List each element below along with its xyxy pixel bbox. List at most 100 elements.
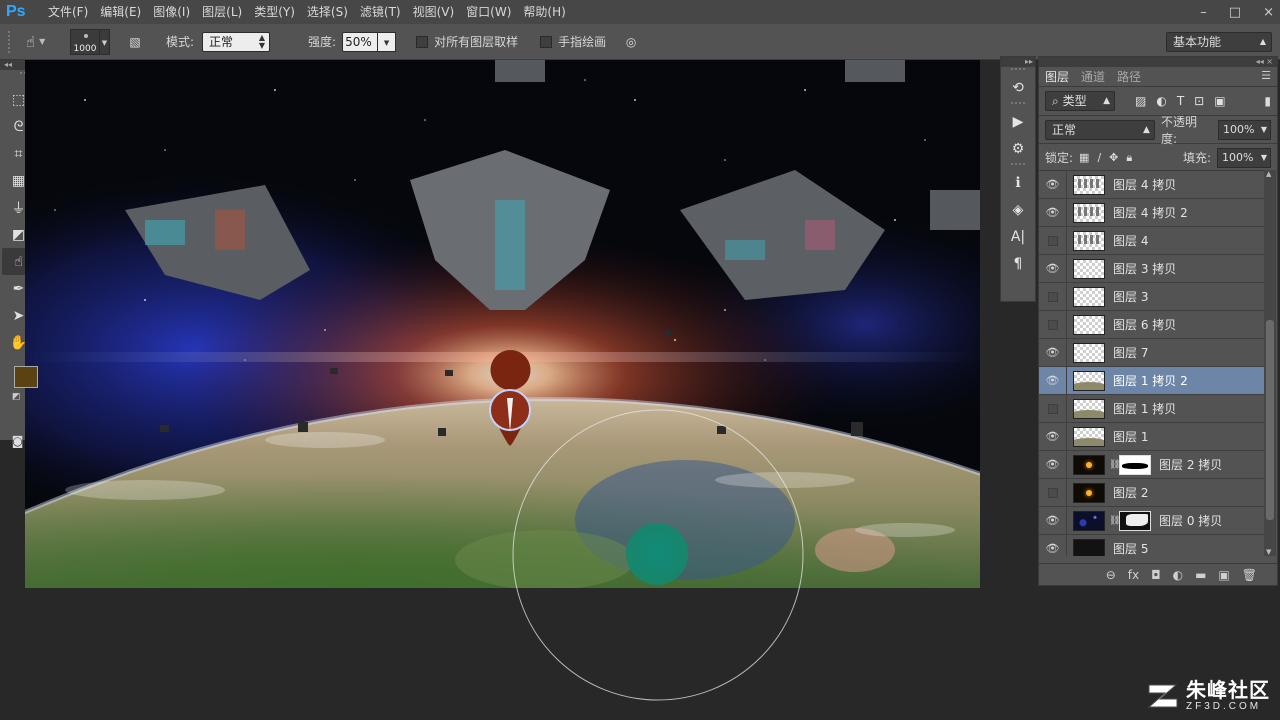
close-icon[interactable]: × — [1263, 5, 1274, 20]
visibility-eye-icon[interactable]: 👁︎ — [1039, 422, 1067, 451]
layers-scrollbar[interactable]: ▲ ▼ — [1264, 170, 1276, 556]
layer-row[interactable]: 图层 3 — [1039, 282, 1265, 311]
workspace-select[interactable]: 基本功能 ▲ — [1166, 32, 1272, 52]
actions-icon[interactable]: ▶ — [1001, 108, 1035, 135]
layer-name[interactable]: 图层 3 拷贝 — [1113, 260, 1176, 277]
maximize-icon[interactable]: □ — [1229, 5, 1241, 20]
paragraph-icon[interactable]: ¶ — [1001, 250, 1035, 277]
quick-mask-icon[interactable]: ◙ — [12, 434, 24, 448]
sample-all-layers-checkbox[interactable] — [416, 35, 429, 48]
visibility-eye-icon[interactable]: 👁︎ — [1039, 450, 1067, 479]
mask-link-icon[interactable]: ⛓ — [1109, 516, 1120, 526]
layer-row[interactable]: 👁︎ ⛓ 图层 2 拷贝 — [1039, 450, 1265, 479]
history-icon[interactable]: ⟲ — [1001, 74, 1035, 101]
layer-name[interactable]: 图层 6 拷贝 — [1113, 316, 1176, 333]
filter-adjustment-icon[interactable]: ◐ — [1156, 94, 1166, 108]
mode-select[interactable]: 正常 ▲ ▼ — [202, 31, 271, 52]
layer-name[interactable]: 图层 5 — [1113, 540, 1148, 556]
character-icon[interactable]: A| — [1001, 223, 1035, 250]
lock-pixels-icon[interactable]: ∕ — [1097, 151, 1101, 165]
layer-row[interactable]: 👁︎ 图层 7 — [1039, 338, 1265, 367]
tab-2[interactable]: 路径 — [1111, 68, 1147, 86]
expand-panels-icon[interactable]: ▸▸ — [1001, 57, 1035, 67]
tab-0[interactable]: 图层 — [1039, 68, 1076, 86]
layer-mask-thumbnail[interactable] — [1119, 454, 1151, 475]
visibility-eye-icon[interactable]: 👁︎ — [1039, 366, 1067, 395]
adjustment-layer-icon[interactable]: ◐ — [1173, 568, 1183, 582]
layers-collapse-icon[interactable]: ◂◂ × — [1039, 57, 1277, 67]
opacity-field[interactable]: 100% ▼ — [1217, 119, 1271, 140]
scroll-down-icon[interactable]: ▼ — [1266, 548, 1271, 556]
visibility-eye-icon[interactable]: 👁︎ — [1039, 254, 1067, 283]
menu-item-6[interactable]: 滤镜(T) — [354, 0, 407, 24]
filter-pixel-icon[interactable]: ▨ — [1135, 94, 1146, 108]
adjustments-icon[interactable]: ⚙ — [1001, 135, 1035, 162]
visibility-eye-icon[interactable]: 👁︎ — [1039, 338, 1067, 367]
layer-filter-select[interactable]: ⌕ 类型 ▲ — [1045, 91, 1115, 111]
layer-name[interactable]: 图层 0 拷贝 — [1159, 512, 1222, 529]
tab-1[interactable]: 通道 — [1075, 68, 1111, 86]
3d-icon[interactable]: ◈ — [1001, 196, 1035, 223]
layer-row[interactable]: 👁︎ 图层 4 拷贝 2 — [1039, 198, 1265, 227]
visibility-eye-icon[interactable]: 👁︎ — [1039, 171, 1067, 199]
trash-icon[interactable]: 🗑 — [1242, 568, 1257, 582]
filter-toggle-icon[interactable]: ▮ — [1264, 94, 1271, 108]
fill-field[interactable]: 100% ▼ — [1217, 147, 1271, 168]
mask-link-icon[interactable]: ⛓ — [1109, 460, 1120, 470]
visibility-eye-icon[interactable]: 👁︎ — [1039, 506, 1067, 535]
info-icon[interactable]: ℹ — [1001, 169, 1035, 196]
layer-row[interactable]: 图层 2 — [1039, 478, 1265, 507]
layer-name[interactable]: 图层 4 — [1113, 232, 1148, 249]
visibility-eye-icon[interactable] — [1039, 282, 1067, 311]
visibility-eye-icon[interactable] — [1039, 310, 1067, 339]
tool-preset-picker[interactable]: ☝ ▼ — [26, 33, 62, 51]
menu-item-4[interactable]: 类型(Y) — [248, 0, 301, 24]
lock-transparent-icon[interactable]: ▦ — [1079, 151, 1089, 165]
visibility-eye-icon[interactable] — [1039, 226, 1067, 255]
menu-item-3[interactable]: 图层(L) — [196, 0, 248, 24]
minimize-icon[interactable]: – — [1200, 5, 1207, 20]
blend-mode-select[interactable]: 正常 ▲ — [1045, 119, 1155, 140]
menu-item-1[interactable]: 编辑(E) — [94, 0, 147, 24]
document-canvas[interactable] — [25, 60, 980, 588]
strength-field[interactable]: 50% — [342, 31, 379, 52]
layer-name[interactable]: 图层 3 — [1113, 288, 1148, 305]
visibility-eye-icon[interactable] — [1039, 394, 1067, 423]
lock-position-icon[interactable]: ✥ — [1109, 151, 1118, 165]
layer-row[interactable]: 图层 4 — [1039, 226, 1265, 255]
menu-item-2[interactable]: 图像(I) — [147, 0, 196, 24]
layer-row[interactable]: 👁︎ 图层 3 拷贝 — [1039, 254, 1265, 283]
layer-row[interactable]: 图层 6 拷贝 — [1039, 310, 1265, 339]
brush-panel-toggle-icon[interactable]: ▧ — [124, 31, 146, 53]
filter-shape-icon[interactable]: ⊡ — [1194, 94, 1204, 108]
layer-name[interactable]: 图层 7 — [1113, 344, 1148, 361]
layer-name[interactable]: 图层 2 拷贝 — [1159, 456, 1222, 473]
visibility-eye-icon[interactable]: 👁︎ — [1039, 534, 1067, 556]
visibility-eye-icon[interactable]: 👁︎ — [1039, 198, 1067, 227]
default-colors-icon[interactable]: ◩ — [12, 392, 21, 402]
menu-item-8[interactable]: 窗口(W) — [460, 0, 517, 24]
brush-size-preview[interactable]: 1000 — [70, 28, 100, 55]
mask-icon[interactable]: ◘ — [1151, 568, 1161, 582]
layer-row[interactable]: 👁︎ 图层 1 — [1039, 422, 1265, 451]
options-grip[interactable] — [8, 30, 14, 53]
panel-menu-icon[interactable]: ☰ — [1261, 69, 1271, 82]
foreground-color-swatch[interactable] — [14, 366, 38, 388]
layer-name[interactable]: 图层 4 拷贝 — [1113, 176, 1176, 193]
pressure-icon[interactable]: ◎ — [620, 31, 642, 53]
menu-item-5[interactable]: 选择(S) — [301, 0, 354, 24]
layer-row[interactable]: 👁︎ 图层 5 — [1039, 534, 1265, 556]
filter-smart-icon[interactable]: ▣ — [1214, 94, 1225, 108]
finger-painting-checkbox[interactable] — [540, 35, 553, 48]
fx-icon[interactable]: fx — [1128, 568, 1139, 582]
layer-name[interactable]: 图层 1 — [1113, 428, 1148, 445]
layer-row[interactable]: 👁︎ ⛓ 图层 0 拷贝 — [1039, 506, 1265, 535]
scroll-thumb[interactable] — [1266, 320, 1274, 520]
layer-name[interactable]: 图层 2 — [1113, 484, 1148, 501]
layer-row[interactable]: 👁︎ 图层 1 拷贝 2 — [1039, 366, 1265, 395]
layer-name[interactable]: 图层 1 拷贝 2 — [1113, 372, 1188, 389]
brush-picker-button[interactable]: ▼ — [100, 28, 110, 55]
layer-name[interactable]: 图层 1 拷贝 — [1113, 400, 1176, 417]
layer-name[interactable]: 图层 4 拷贝 2 — [1113, 204, 1188, 221]
layer-row[interactable]: 图层 1 拷贝 — [1039, 394, 1265, 423]
